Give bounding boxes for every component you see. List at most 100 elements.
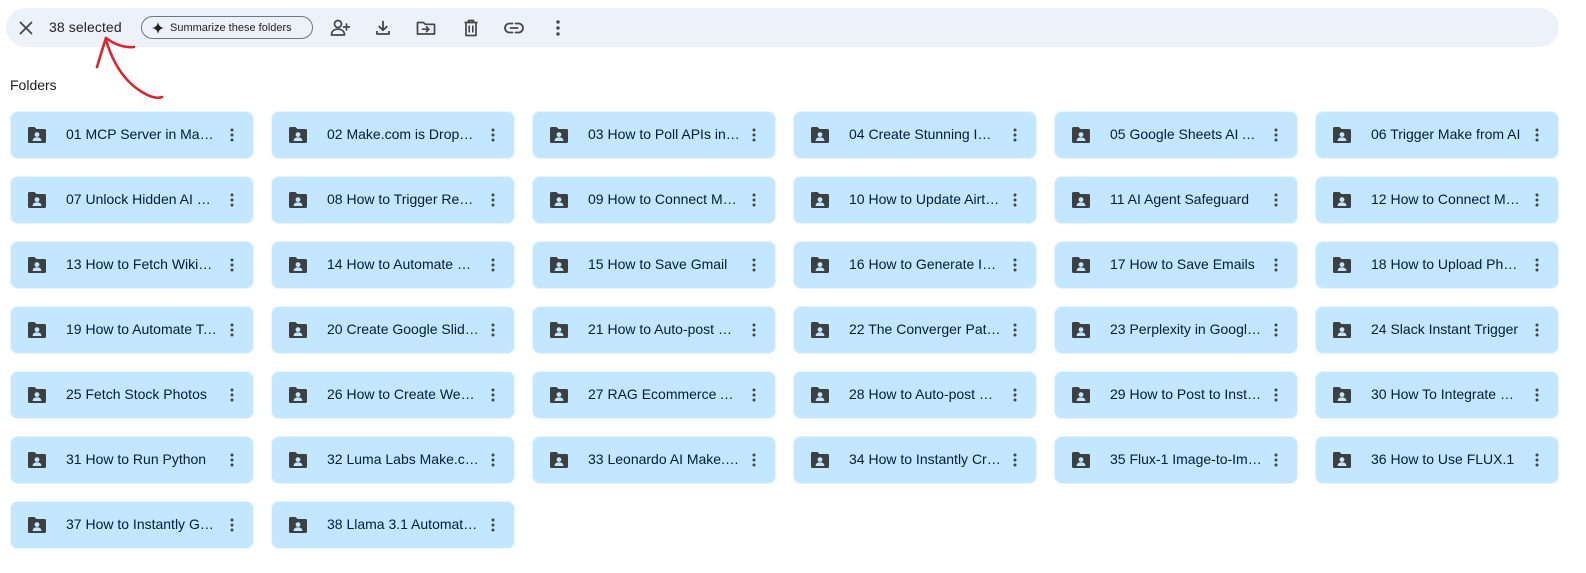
folder-card[interactable]: 28 How to Auto-post Reels	[793, 371, 1037, 419]
folder-more-actions-button[interactable]	[220, 448, 244, 472]
more-actions-button[interactable]	[542, 12, 574, 44]
folder-more-actions-button[interactable]	[220, 513, 244, 537]
folder-card[interactable]: 05 Google Sheets AI Agent	[1054, 111, 1298, 159]
folder-more-actions-button[interactable]	[1264, 318, 1288, 342]
folder-more-actions-button[interactable]	[220, 318, 244, 342]
folder-card[interactable]: 13 How to Fetch Wikipedia	[10, 241, 254, 289]
folder-card[interactable]: 16 How to Generate Images	[793, 241, 1037, 289]
folder-more-actions-button[interactable]	[1525, 123, 1549, 147]
share-button[interactable]	[324, 12, 356, 44]
folder-card[interactable]: 30 How To Integrate Make	[1315, 371, 1559, 419]
folder-more-actions-button[interactable]	[1525, 318, 1549, 342]
folder-card[interactable]: 01 MCP Server in Make.com	[10, 111, 254, 159]
folder-more-actions-button[interactable]	[1525, 253, 1549, 277]
folder-card[interactable]: 17 How to Save Emails	[1054, 241, 1298, 289]
folder-card[interactable]: 11 AI Agent Safeguard	[1054, 176, 1298, 224]
folder-card[interactable]: 18 How to Upload Photos	[1315, 241, 1559, 289]
folder-card[interactable]: 31 How to Run Python	[10, 436, 254, 484]
folder-more-actions-button[interactable]	[1264, 188, 1288, 212]
folder-more-actions-button[interactable]	[481, 448, 505, 472]
more-vert-icon	[230, 128, 234, 142]
folder-card[interactable]: 21 How to Auto-post Videos	[532, 306, 776, 354]
folder-more-actions-button[interactable]	[1264, 383, 1288, 407]
move-button[interactable]	[410, 12, 442, 44]
folder-card[interactable]: 22 The Converger Pattern	[793, 306, 1037, 354]
folder-card[interactable]: 08 How to Trigger Recurring	[271, 176, 515, 224]
folder-card[interactable]: 26 How to Create Websites	[271, 371, 515, 419]
folder-card[interactable]: 19 How to Automate Tasks	[10, 306, 254, 354]
shared-folder-icon	[1333, 322, 1351, 338]
folder-card[interactable]: 02 Make.com is Dropping	[271, 111, 515, 159]
summarize-folders-button[interactable]: Summarize these folders	[141, 16, 313, 39]
folder-card[interactable]: 33 Leonardo AI Make.com	[532, 436, 776, 484]
shared-folder-icon	[1333, 192, 1351, 208]
folder-card[interactable]: 32 Luma Labs Make.com	[271, 436, 515, 484]
folder-card[interactable]: 23 Perplexity in Google Sheets	[1054, 306, 1298, 354]
folder-more-actions-button[interactable]	[481, 318, 505, 342]
folder-more-actions-button[interactable]	[1525, 448, 1549, 472]
folder-more-actions-button[interactable]	[220, 123, 244, 147]
folder-card[interactable]: 37 How to Instantly Generate	[10, 501, 254, 549]
folder-card[interactable]: 35 Flux-1 Image-to-Image	[1054, 436, 1298, 484]
folder-more-actions-button[interactable]	[1264, 253, 1288, 277]
shared-folder-icon	[289, 387, 307, 403]
folder-more-actions-button[interactable]	[1525, 188, 1549, 212]
folder-more-actions-button[interactable]	[481, 253, 505, 277]
clear-selection-button[interactable]	[10, 12, 42, 44]
folder-name: 36 How to Use FLUX.1	[1371, 451, 1515, 467]
folder-more-actions-button[interactable]	[481, 123, 505, 147]
folder-more-actions-button[interactable]	[1003, 253, 1027, 277]
folder-more-actions-button[interactable]	[742, 383, 766, 407]
download-button[interactable]	[367, 12, 399, 44]
more-vert-icon	[1274, 453, 1278, 467]
folder-card[interactable]: 06 Trigger Make from AI	[1315, 111, 1559, 159]
folder-card[interactable]: 12 How to Connect Make	[1315, 176, 1559, 224]
folder-name: 13 How to Fetch Wikipedia	[66, 256, 218, 272]
shared-folder-icon	[1333, 452, 1351, 468]
folder-more-actions-button[interactable]	[742, 318, 766, 342]
folder-more-actions-button[interactable]	[481, 383, 505, 407]
folder-more-actions-button[interactable]	[481, 513, 505, 537]
shared-folder-icon	[28, 517, 46, 533]
folder-card[interactable]: 24 Slack Instant Trigger	[1315, 306, 1559, 354]
folder-card[interactable]: 27 RAG Ecommerce Agent	[532, 371, 776, 419]
folder-more-actions-button[interactable]	[1003, 448, 1027, 472]
folder-more-actions-button[interactable]	[220, 383, 244, 407]
folder-card[interactable]: 07 Unlock Hidden AI Features	[10, 176, 254, 224]
folder-card[interactable]: 04 Create Stunning Images	[793, 111, 1037, 159]
shared-folder-icon	[1072, 192, 1090, 208]
add-person-icon	[330, 19, 350, 36]
folder-card[interactable]: 09 How to Connect Make	[532, 176, 776, 224]
folder-card[interactable]: 34 How to Instantly Create	[793, 436, 1037, 484]
more-vert-icon	[1274, 388, 1278, 402]
folder-card[interactable]: 10 How to Update Airtable	[793, 176, 1037, 224]
folder-more-actions-button[interactable]	[742, 123, 766, 147]
folder-more-actions-button[interactable]	[220, 188, 244, 212]
more-vert-icon	[1535, 258, 1539, 272]
folder-card[interactable]: 15 How to Save Gmail	[532, 241, 776, 289]
delete-button[interactable]	[455, 12, 487, 44]
folder-more-actions-button[interactable]	[1264, 123, 1288, 147]
folder-name: 28 How to Auto-post Reels	[849, 386, 1001, 402]
folder-card[interactable]: 36 How to Use FLUX.1	[1315, 436, 1559, 484]
shared-folder-icon	[289, 452, 307, 468]
folder-more-actions-button[interactable]	[481, 188, 505, 212]
folder-more-actions-button[interactable]	[742, 448, 766, 472]
folder-card[interactable]: 29 How to Post to Instagram	[1054, 371, 1298, 419]
folder-more-actions-button[interactable]	[220, 253, 244, 277]
folder-more-actions-button[interactable]	[1003, 188, 1027, 212]
more-vert-icon	[1535, 128, 1539, 142]
folder-card[interactable]: 25 Fetch Stock Photos	[10, 371, 254, 419]
folder-more-actions-button[interactable]	[1003, 123, 1027, 147]
folder-card[interactable]: 20 Create Google Slides	[271, 306, 515, 354]
folder-more-actions-button[interactable]	[742, 188, 766, 212]
folder-more-actions-button[interactable]	[742, 253, 766, 277]
folder-card[interactable]: 14 How to Automate Posts	[271, 241, 515, 289]
folder-more-actions-button[interactable]	[1003, 383, 1027, 407]
folder-card[interactable]: 38 Llama 3.1 Automation	[271, 501, 515, 549]
folder-more-actions-button[interactable]	[1003, 318, 1027, 342]
folder-card[interactable]: 03 How to Poll APIs in Make	[532, 111, 776, 159]
folder-more-actions-button[interactable]	[1264, 448, 1288, 472]
copy-link-button[interactable]	[498, 12, 530, 44]
folder-more-actions-button[interactable]	[1525, 383, 1549, 407]
